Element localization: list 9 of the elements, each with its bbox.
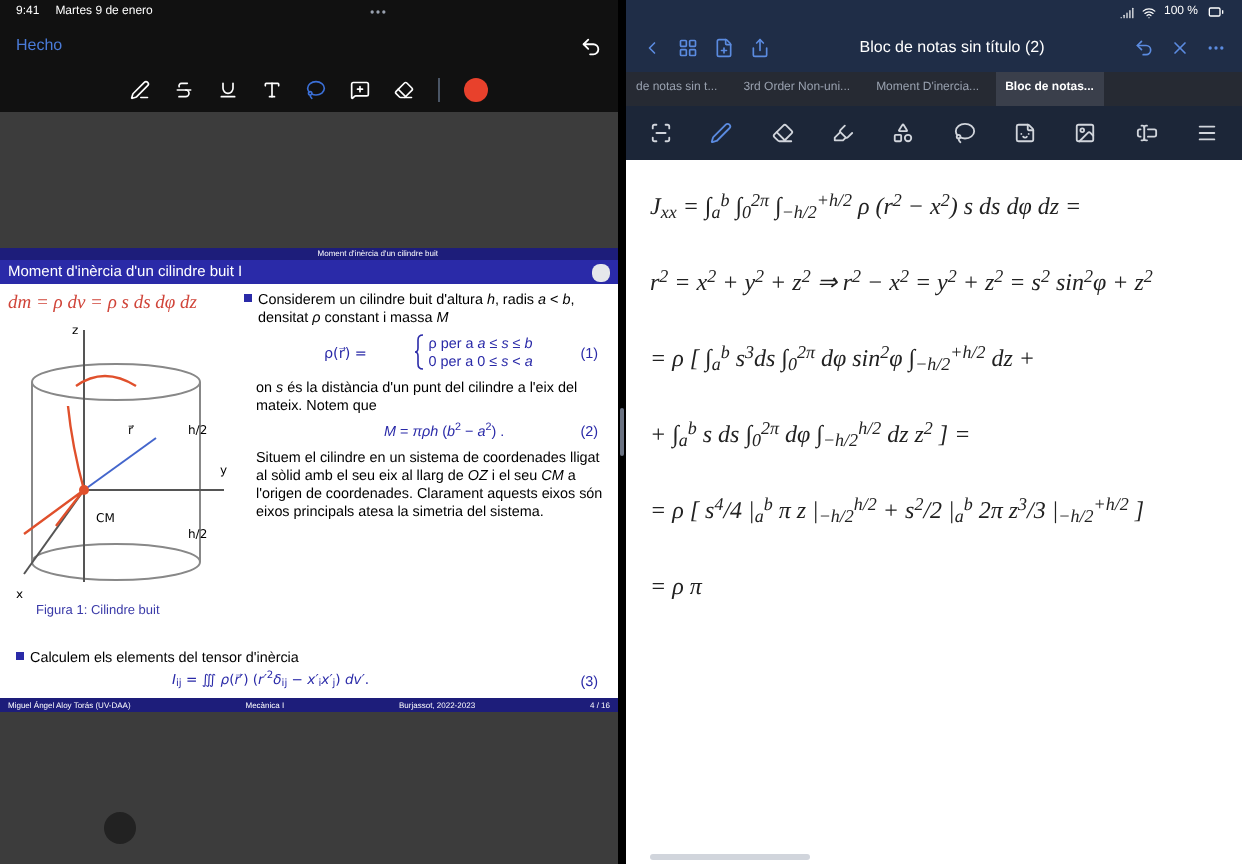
handwritten-line: r$^{2}$ = x$^{2}$ + y$^{2}$ + z$^{2}$ ⇒ r$^{2}$ − x$^{2}$ = y$^{2}$ + z$^{2}$ = s$^{2}$ sin$^{2}$φ + z$^{2}$ [650,264,1155,300]
document-title: Bloc de notas sin título (2) [857,36,1047,60]
handwritten-annotation: dm = ρ dv = ρ s ds dφ dz [8,292,199,318]
done-button[interactable]: Hecho [16,34,63,58]
handwritten-line: + ∫$_{a}$$^{b}$ s ds ∫$_{0}$$^{2π}$ dφ ∫$_{−h/2}$$^{h/2}$ dz z$^{2}$ ] = [650,416,973,452]
handwritten-line: = ρ π [650,570,705,604]
handwritten-line: = ρ [ s$^{4}$/4 |$_{a}$$^{b}$ π z |$_{−h/2}$$^{h/2}$ + s$^{2}$/2 |$_{a}$$^{b}$ 2π z$^{3}$/3 |$_{−h/2}$$^{+h/2}$ ] [650,492,1146,528]
handwritten-line: J$_{xx}$ = ∫$_{a}$$^{b}$ ∫$_{0}$$^{2π}$ ∫$_{−h/2}$$^{+h/2}$ ρ (r$^{2}$ − x$^{2}$) s ds dφ dz = [650,188,1084,224]
handwritten-line: = ρ [ ∫$_{a}$$^{b}$ s$^{3}$ds ∫$_{0}$$^{2π}$ dφ sin$^{2}$φ ∫$_{−h/2}$$^{+h/2}$ dz + [650,340,1038,376]
